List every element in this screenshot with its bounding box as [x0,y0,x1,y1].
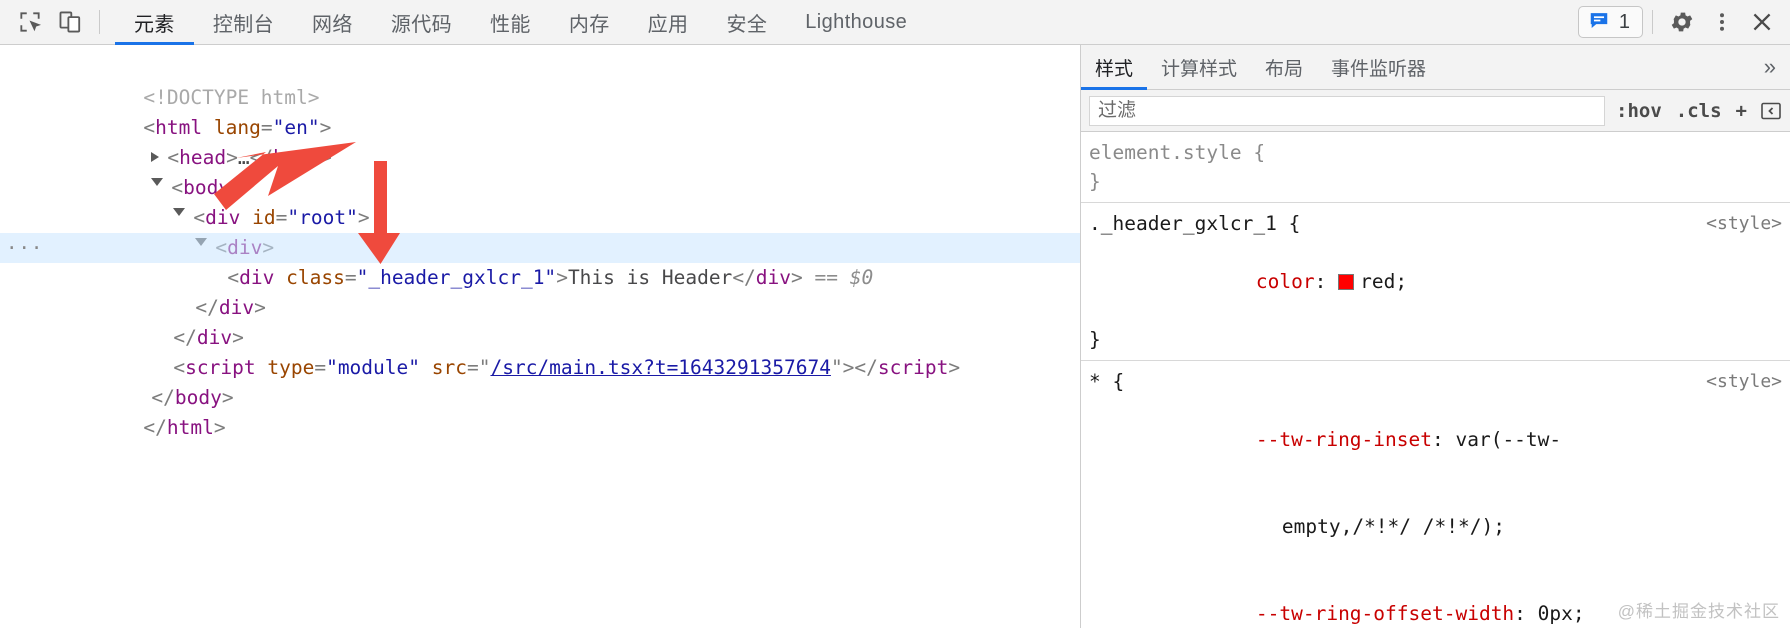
tab-lighthouse-label: Lighthouse [805,11,907,34]
tab-memory[interactable]: 内存 [550,0,629,45]
color-semicolon: ; [1395,270,1407,293]
universal-rule-selector[interactable]: * [1089,370,1101,393]
styles-pane-tabs: 样式 计算样式 布局 事件监听器 » [1081,45,1790,90]
message-count-badge[interactable]: 1 [1578,6,1643,38]
styles-filter-input[interactable] [1089,96,1605,126]
more-tabs-chevron-icon[interactable]: » [1750,45,1790,89]
tab-elements[interactable]: 元素 [115,0,194,45]
dom-line-script[interactable]: <script type="module" src="/src/main.tsx… [0,323,1080,353]
devtools-main: <!DOCTYPE html> <html lang="en"> <head>…… [0,45,1790,628]
tab-computed[interactable]: 计算样式 [1147,45,1251,89]
devtools-window: 元素 控制台 网络 源代码 性能 内存 应用 安全 Lighthouse 1 [0,0,1790,628]
css-rules-list[interactable]: element.style { } <style> ._header_gxlcr… [1081,132,1790,628]
tab-elements-label: 元素 [134,8,175,37]
tab-memory-label: 内存 [569,8,610,37]
header-rule-origin-link[interactable]: <style> [1706,209,1782,238]
tab-security-label: 安全 [726,8,767,37]
dom-line-selected-header-div[interactable]: ···<div class="_header_gxlcr_1">This is … [0,233,1080,263]
dom-line-body-open[interactable]: <body> [0,143,1080,173]
css-rule-header-class[interactable]: <style> ._header_gxlcr_1 { color: red; } [1081,203,1790,361]
color-swatch[interactable] [1338,274,1354,290]
header-rule-selector[interactable]: ._header_gxlcr_1 [1089,212,1277,235]
element-style-brace-open: { [1253,141,1265,164]
tab-network-label: 网络 [312,8,353,37]
toolbar-right-controls: 1 [1578,3,1782,41]
toggle-hover-state-button[interactable]: :hov [1613,100,1665,122]
tw-ring-inset-value-1[interactable]: : var(--tw- [1432,428,1561,451]
tw-ring-inset-name[interactable]: --tw-ring-inset [1256,428,1432,451]
universal-rule-origin-link[interactable]: <style> [1706,367,1782,396]
toolbar-divider-right [1652,10,1653,34]
panel-tabs: 元素 控制台 网络 源代码 性能 内存 应用 安全 Lighthouse [115,0,926,45]
toggle-class-button[interactable]: .cls [1673,100,1725,122]
dom-line-doctype[interactable]: <!DOCTYPE html> [0,53,1080,83]
tab-performance-label: 性能 [490,8,531,37]
tab-application-label: 应用 [648,8,689,37]
more-tabs-chevron-label: » [1764,54,1776,80]
message-bubble-icon [1588,9,1610,36]
dom-line-html-close[interactable]: </html> [0,383,1080,413]
styles-filter-bar: :hov .cls + [1081,90,1790,132]
universal-rule-brace-open: { [1113,370,1125,393]
tab-console[interactable]: 控制台 [194,0,293,45]
color-colon: : [1315,270,1327,293]
header-rule-brace-open: { [1289,212,1301,235]
settings-gear-icon[interactable] [1662,3,1702,41]
tab-lighthouse[interactable]: Lighthouse [786,0,926,45]
toggle-sidebar-icon[interactable] [1758,98,1784,124]
device-toolbar-icon[interactable] [50,3,90,41]
tab-computed-label: 计算样式 [1161,54,1237,81]
css-rule-universal[interactable]: <style> * { --tw-ring-inset: var(--tw- e… [1081,361,1790,628]
message-count-value: 1 [1619,12,1630,32]
tab-event-listeners-label: 事件监听器 [1331,54,1426,81]
tab-sources-label: 源代码 [391,8,452,37]
dom-tree: <!DOCTYPE html> <html lang="en"> <head>…… [0,53,1080,413]
tab-security[interactable]: 安全 [707,0,786,45]
new-style-rule-button[interactable]: + [1733,100,1750,122]
color-property-value[interactable]: red [1360,270,1395,293]
declaration-color: color: red; [1089,238,1790,325]
tab-application[interactable]: 应用 [629,0,708,45]
element-style-selector[interactable]: element.style [1089,141,1242,164]
dom-line-div-close-inner[interactable]: </div> [0,263,1080,293]
declaration-tw-ring-inset-cont: empty,/*!*/ /*!*/); [1089,483,1790,570]
header-rule-brace-close: } [1089,328,1101,351]
tw-ring-offset-width-value[interactable]: : 0px; [1514,602,1584,625]
tab-styles-label: 样式 [1095,54,1133,81]
tab-network[interactable]: 网络 [293,0,372,45]
hidden-children-ellipsis-badge[interactable]: ··· [6,233,43,263]
toolbar-divider [99,10,100,34]
close-devtools-icon[interactable] [1742,3,1782,41]
tab-event-listeners[interactable]: 事件监听器 [1317,45,1440,89]
more-options-icon[interactable] [1702,3,1742,41]
color-property-name[interactable]: color [1256,270,1315,293]
tw-ring-offset-width-name[interactable]: --tw-ring-offset-width [1256,602,1514,625]
tab-console-label: 控制台 [213,8,274,37]
declaration-tw-ring-inset: --tw-ring-inset: var(--tw- [1089,396,1790,483]
dom-tree-pane[interactable]: <!DOCTYPE html> <html lang="en"> <head>…… [0,45,1080,628]
tab-sources[interactable]: 源代码 [372,0,471,45]
tw-ring-inset-value-2[interactable]: empty,/*!*/ /*!*/); [1282,515,1505,538]
dom-line-head[interactable]: <head>…</head> [0,113,1080,143]
watermark-text: @稀土掘金技术社区 [1618,597,1780,622]
dom-line-div-root-open[interactable]: <div id="root"> [0,173,1080,203]
css-rule-element-style[interactable]: element.style { } [1081,132,1790,203]
styles-pane: 样式 计算样式 布局 事件监听器 » :hov .cls + [1080,45,1790,628]
element-style-brace-close: } [1089,170,1101,193]
devtools-toolbar: 元素 控制台 网络 源代码 性能 内存 应用 安全 Lighthouse 1 [0,0,1790,45]
tab-styles[interactable]: 样式 [1081,45,1147,89]
tab-layout[interactable]: 布局 [1251,45,1317,89]
html-close-tag-name: html [167,416,214,439]
dom-line-div-close-root[interactable]: </div> [0,293,1080,323]
dom-line-html-open[interactable]: <html lang="en"> [0,83,1080,113]
dom-line-body-close[interactable]: </body> [0,353,1080,383]
tab-performance[interactable]: 性能 [471,0,550,45]
dom-line-div-open[interactable]: <div> [0,203,1080,233]
inspect-element-icon[interactable] [10,3,50,41]
tab-layout-label: 布局 [1265,54,1303,81]
